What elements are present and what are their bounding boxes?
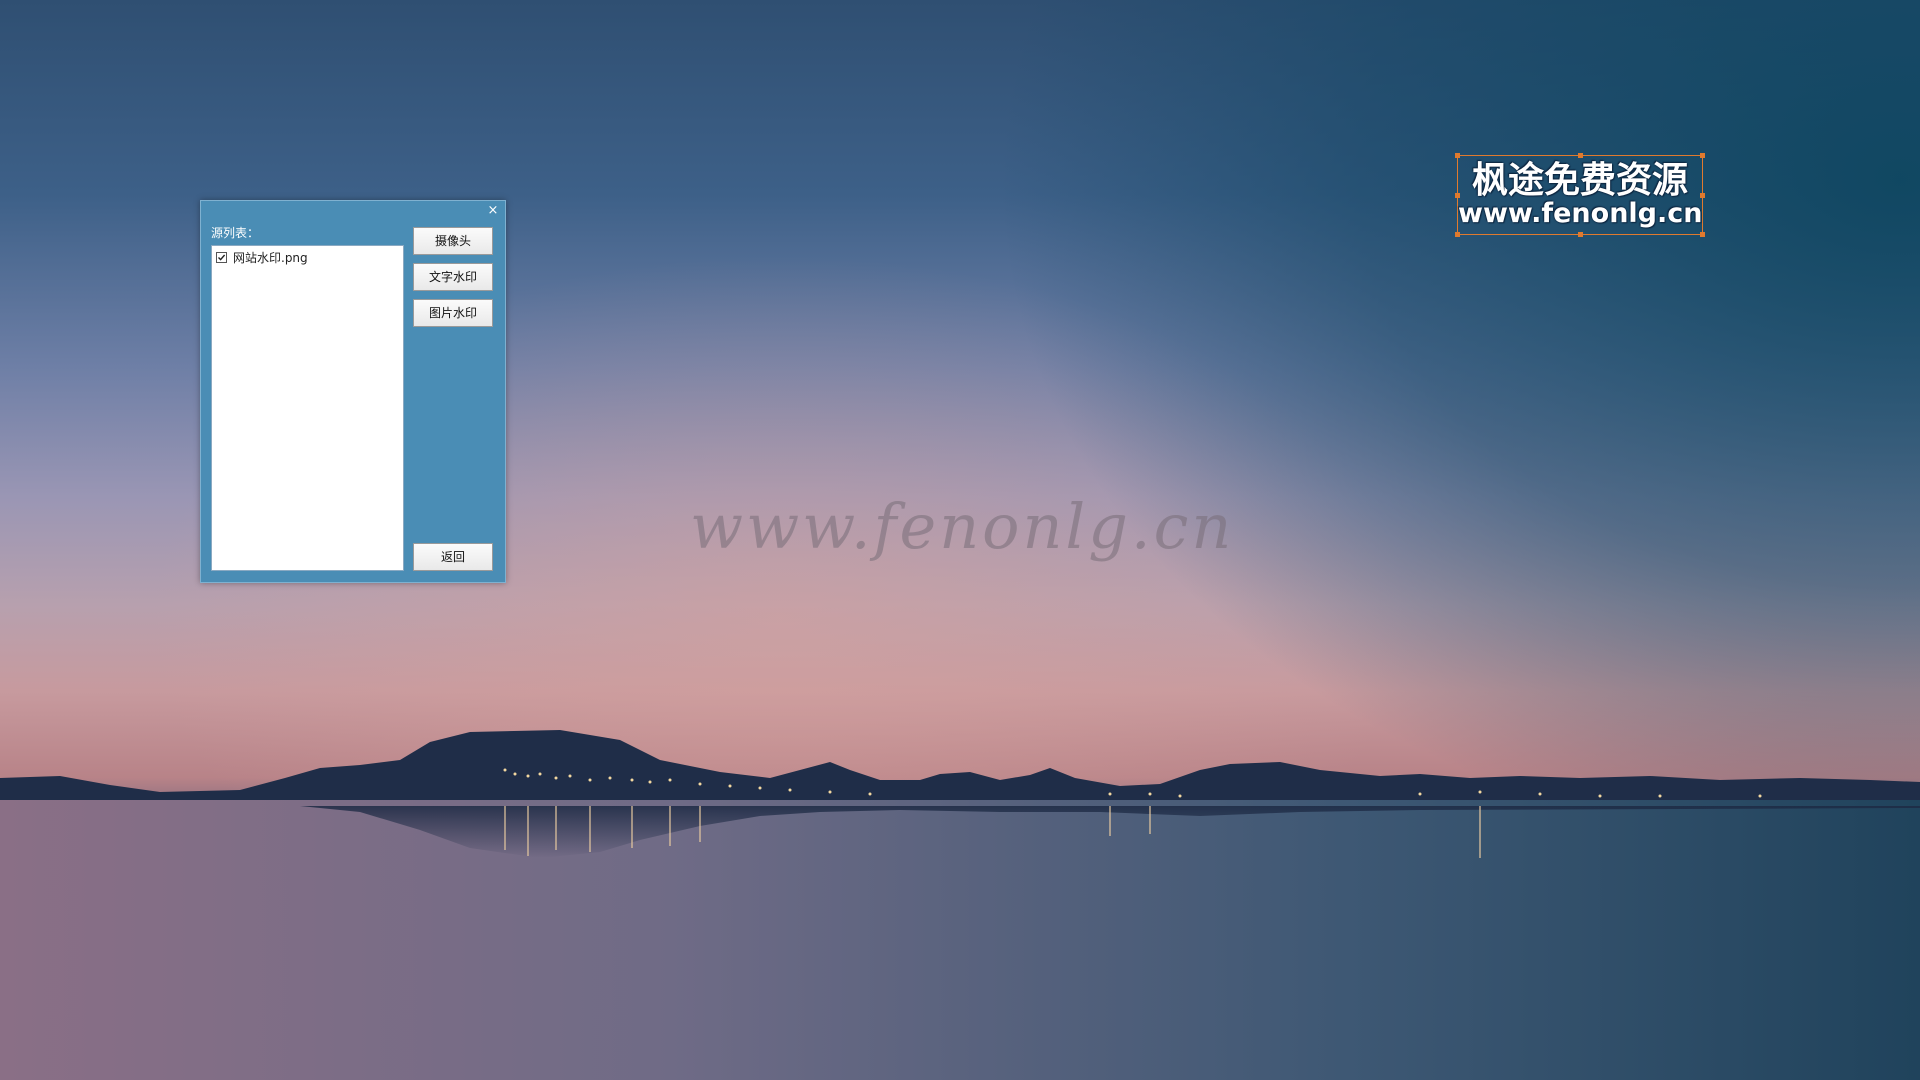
cursive-url-watermark: www.fenonlg.cn	[690, 490, 1235, 563]
resize-handle-bottom-right[interactable]	[1700, 232, 1705, 237]
list-item[interactable]: 网站水印.png	[216, 249, 308, 265]
image-watermark-button[interactable]: 图片水印	[413, 299, 493, 327]
close-button[interactable]: ×	[485, 203, 501, 219]
logo-url: www.fenonlg.cn	[1458, 198, 1703, 229]
resize-handle-bottom[interactable]	[1578, 232, 1583, 237]
item-checkbox[interactable]	[216, 251, 227, 263]
camera-button[interactable]: 摄像头	[413, 227, 493, 255]
source-list-label: 源列表：	[211, 226, 260, 240]
text-watermark-button[interactable]: 文字水印	[413, 263, 493, 291]
resize-handle-top-left[interactable]	[1455, 153, 1460, 158]
resize-handle-top-right[interactable]	[1700, 153, 1705, 158]
list-item-label: 网站水印.png	[233, 250, 308, 265]
logo-watermark-overlay[interactable]: 枫途免费资源 www.fenonlg.cn	[1455, 153, 1705, 237]
desktop-background: www.fenonlg.cn 枫途免费资源 www.fenonlg.cn × 源…	[0, 0, 1920, 1080]
back-button[interactable]: 返回	[413, 543, 493, 571]
hills-silhouette	[0, 730, 1920, 806]
resize-handle-bottom-left[interactable]	[1455, 232, 1460, 237]
resize-handle-top[interactable]	[1578, 153, 1583, 158]
source-list[interactable]: 网站水印.png	[211, 245, 404, 571]
logo-title: 枫途免费资源	[1471, 159, 1688, 201]
check-icon	[218, 254, 226, 261]
lake-water	[0, 800, 1920, 1080]
watermark-dialog: × 源列表： 网站水印.png 摄像头 文字水印 图片水印 返回	[200, 200, 506, 583]
